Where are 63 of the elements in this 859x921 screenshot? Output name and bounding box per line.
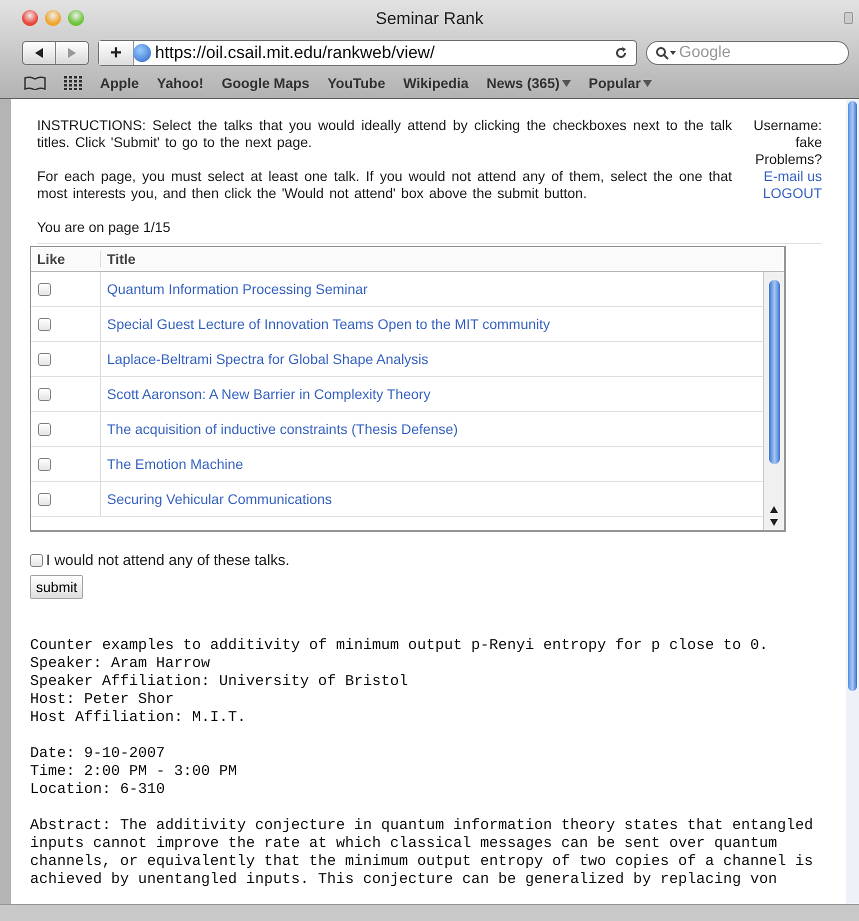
bookmark-link[interactable]: Apple: [100, 75, 139, 91]
scroll-down-arrow-icon[interactable]: [770, 519, 778, 526]
checkbox[interactable]: [30, 554, 43, 567]
close-button[interactable]: [22, 10, 38, 26]
checkbox[interactable]: [38, 388, 51, 400]
submit-button[interactable]: submit: [30, 575, 84, 599]
problems-label: Problems?: [754, 151, 822, 168]
talk-title-link[interactable]: The Emotion Machine: [107, 456, 244, 472]
detail-text: Speaker: Aram Harrow: [30, 655, 212, 673]
instructions-text: For each page, you must select at least one talk. If you would not attend any of them, select the one that most interests you, and then click the 'Would not attend' box above the submit button.: [37, 168, 732, 202]
column-header: Like: [31, 251, 101, 267]
talk-title-link[interactable]: Laplace-Beltrami Spectra for Global Shape Analysis: [107, 351, 428, 367]
bookmark-link[interactable]: YouTube: [327, 75, 386, 91]
talk-title-link[interactable]: Special Guest Lecture of Innovation Teams Open to the MIT community: [107, 316, 550, 332]
checkbox[interactable]: [38, 492, 51, 506]
detail-text: Host Affiliation: M.I.T.: [30, 709, 248, 727]
address-field[interactable]: + https://oil.csail.mit.edu/rankweb/view/: [98, 40, 637, 66]
bookmarks-icon[interactable]: [24, 76, 46, 90]
bookmark-link[interactable]: Google Maps: [222, 75, 310, 91]
username-label: Username:: [752, 117, 822, 134]
not-attend-label: I would not attend any of these talks.: [46, 552, 290, 569]
horizontal-scrollbar[interactable]: [0, 904, 859, 921]
table-scrollbar[interactable]: [763, 272, 784, 530]
scroll-up-arrow-icon[interactable]: [770, 506, 778, 513]
vertical-scrollbar[interactable]: [846, 99, 859, 904]
forward-arrow-icon: [66, 47, 78, 59]
bookmark-menu[interactable]: News (365): [486, 75, 571, 91]
detail-text: Date: 9-10-2007: [30, 745, 166, 763]
page-indicator: You are on page 1/15: [37, 219, 170, 235]
dropdown-arrow-icon: [642, 80, 652, 86]
dropdown-arrow-icon: [562, 80, 571, 86]
checkbox[interactable]: [38, 282, 51, 296]
checkbox[interactable]: [38, 318, 51, 330]
lock-icon: [844, 12, 853, 24]
instructions-text: INSTRUCTIONS: Select the talks that you would ideally attend by clicking the checkboxes next to the talk titles. Click 'Submit' to go to the next page.: [37, 117, 732, 151]
search-icon: [655, 46, 677, 60]
email-link[interactable]: E-mail us: [744, 168, 822, 185]
window-title: Seminar Rank: [376, 9, 484, 29]
bookmark-link[interactable]: Wikipedia: [403, 75, 469, 91]
reload-icon[interactable]: [614, 46, 628, 60]
detail-text: Host: Peter Shor: [30, 691, 176, 709]
detail-text: Location: 6-310: [30, 781, 166, 799]
detail-text: Abstract: The additivity conjecture in quantum information theory states that entangled inputs cannot improve the rate at which classical messages can be sent over quantum channels, or equivalently that the minimum output entropy of two copies of a channel is achieved by unentangled inputs. This conjecture can be generalized by replacing von: [30, 817, 814, 889]
checkbox[interactable]: [38, 422, 51, 436]
checkbox[interactable]: [38, 458, 51, 470]
detail-text: Counter examples to additivity of minimum output p-Renyi entropy for p close to 0.: [30, 637, 770, 655]
talk-title-link[interactable]: Securing Vehicular Communications: [107, 491, 332, 507]
detail-text: Speaker Affiliation: University of Bristol: [30, 673, 410, 691]
globe-icon: [133, 44, 151, 62]
scroll-thumb[interactable]: [768, 280, 780, 464]
add-bookmark-button[interactable]: +: [99, 41, 134, 65]
top-sites-icon[interactable]: [64, 76, 82, 90]
bookmark-menu[interactable]: Popular: [588, 75, 652, 91]
back-arrow-icon: [33, 47, 45, 59]
talk-title-link[interactable]: Scott Aaronson: A New Barrier in Complexity Theory: [107, 386, 430, 402]
bookmark-link[interactable]: Yahoo!: [156, 75, 204, 91]
talk-title-link[interactable]: The acquisition of inductive constraints (Thesis Defense): [107, 421, 458, 437]
column-header: Title: [106, 251, 136, 267]
detail-text: Time: 2:00 PM - 3:00 PM: [30, 763, 238, 781]
logout-link[interactable]: LOGOUT: [744, 185, 822, 202]
username: fake: [794, 134, 822, 151]
talk-title-link[interactable]: Quantum Information Processing Seminar: [107, 281, 368, 297]
checkbox[interactable]: [38, 352, 51, 366]
